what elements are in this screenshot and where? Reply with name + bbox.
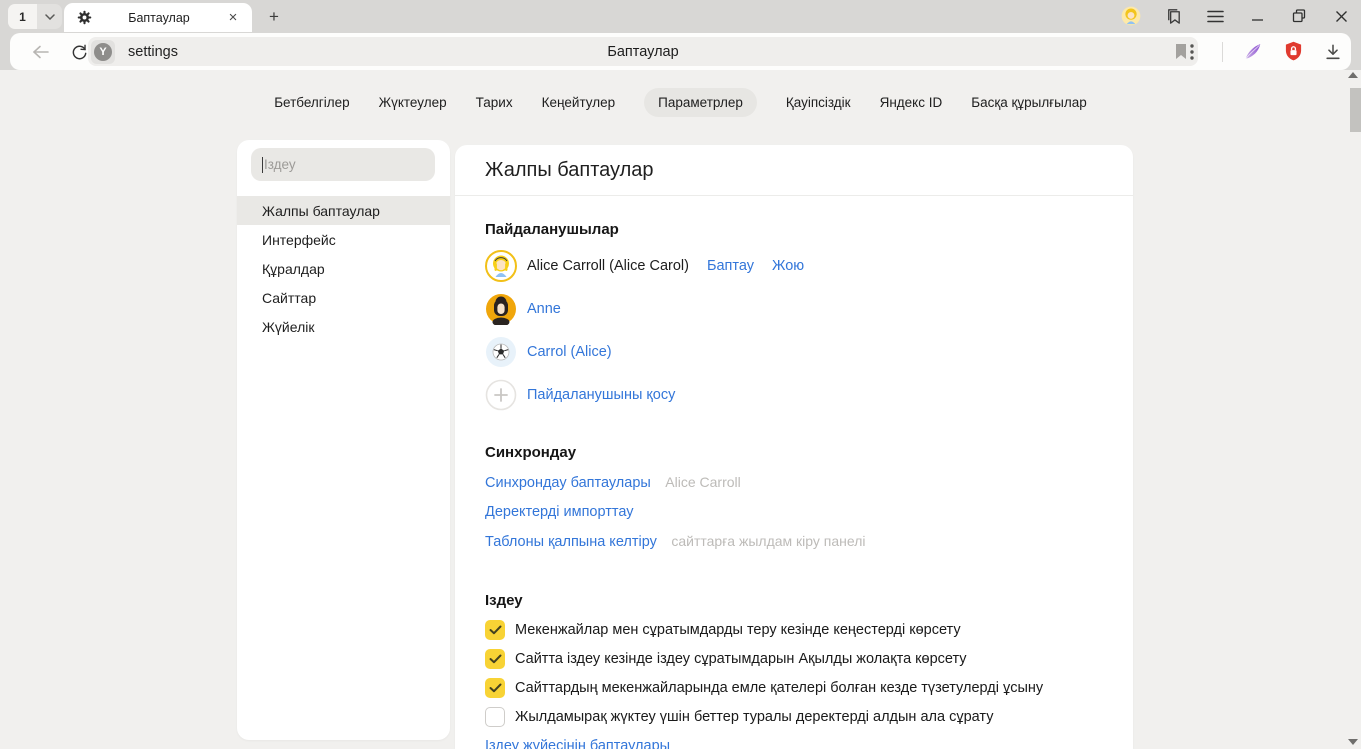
search-engine-settings-link[interactable]: Іздеу жүйесінің баптаулары — [485, 738, 670, 749]
sidebar-menu: Жалпы баптаулар Интерфейс Құралдар Сайтт… — [237, 196, 450, 341]
sidebar-item-general[interactable]: Жалпы баптаулар — [237, 196, 450, 225]
nav-tab-bookmarks[interactable]: Бетбелгілер — [274, 88, 349, 117]
sync-settings-row: Синхрондау баптаулары Alice Carroll — [485, 472, 1103, 493]
sync-settings-link[interactable]: Синхрондау баптаулары — [485, 475, 651, 491]
downloads-icon[interactable] — [1323, 42, 1343, 62]
checkbox-site-search[interactable] — [485, 649, 505, 669]
sync-settings-hint: Alice Carroll — [665, 474, 740, 490]
checkbox-spelling[interactable] — [485, 678, 505, 698]
gear-icon — [74, 8, 94, 28]
url-text[interactable]: settings — [128, 44, 178, 60]
main-header: Жалпы баптаулар — [455, 145, 1133, 196]
restore-tableau-row: Таблоны қалпына келтіру сайттарға жылдам… — [485, 531, 1103, 552]
profile-avatar[interactable] — [1121, 6, 1141, 26]
checkbox-label: Жылдамырақ жүктеу үшін беттер туралы дер… — [515, 709, 993, 725]
settings-nav-tabs: Бетбелгілер Жүктеулер Тарих Кеңейтулер П… — [0, 88, 1361, 117]
scrollbar-down-arrow[interactable] — [1348, 739, 1358, 745]
protect-shield-icon[interactable] — [1283, 42, 1303, 62]
user-row-anne: Anne — [485, 293, 1103, 325]
checkbox-label: Сайттардың мекенжайларында емле қателері… — [515, 680, 1043, 696]
settings-sidebar: Іздеу Жалпы баптаулар Интерфейс Құралдар… — [237, 140, 450, 740]
restore-tableau-link[interactable]: Таблоны қалпына келтіру — [485, 534, 657, 550]
scrollbar-up-arrow[interactable] — [1348, 72, 1358, 78]
tab-title: Баптаулар — [94, 11, 224, 25]
nav-tab-extensions[interactable]: Кеңейтулер — [542, 88, 616, 117]
user-row-alice: Alice Carroll (Alice Carol) Баптау Жою — [485, 250, 1103, 282]
search-placeholder: Іздеу — [264, 157, 296, 172]
nav-tab-yandex-id[interactable]: Яндекс ID — [880, 88, 943, 117]
import-data-link[interactable]: Деректерді импорттау — [485, 504, 634, 520]
toolbar-divider — [1222, 42, 1223, 62]
user-delete-link[interactable]: Жою — [772, 258, 804, 274]
text-caret — [262, 157, 263, 173]
new-tab-button[interactable]: + — [262, 5, 286, 29]
close-tab-icon[interactable]: × — [224, 9, 242, 27]
tab-group-counter[interactable]: 1 — [8, 4, 62, 29]
add-user-row[interactable]: Пайдаланушыны қосу — [485, 379, 1103, 411]
tab-strip: 1 Баптаулар × + — [0, 0, 1361, 32]
close-window-icon[interactable] — [1331, 6, 1351, 26]
omnibar: Y settings Баптаулар — [10, 33, 1351, 70]
nav-tab-security[interactable]: Қауіпсіздік — [786, 88, 851, 117]
user-link-anne[interactable]: Anne — [527, 301, 561, 317]
search-input[interactable]: Іздеу — [251, 148, 435, 181]
checkbox-row-site-search: Сайтта іздеу кезінде іздеу сұратымдарын … — [485, 649, 1103, 669]
checkbox-prefetch[interactable] — [485, 707, 505, 727]
bookmarks-panel-icon[interactable] — [1163, 6, 1183, 26]
section-title-sync: Синхрондау — [485, 442, 1103, 464]
add-user-plus-icon — [485, 379, 517, 411]
sidebar-item-tools[interactable]: Құралдар — [237, 254, 450, 283]
menu-hamburger-icon[interactable] — [1205, 6, 1225, 26]
tab-count[interactable]: 1 — [8, 4, 37, 29]
user-link-carrol[interactable]: Carrol (Alice) — [527, 344, 612, 360]
yandex-browser-icon: Y — [94, 43, 112, 61]
settings-main-panel: Жалпы баптаулар Пайдаланушылар — [455, 145, 1133, 749]
page-title: Жалпы баптаулар — [485, 159, 654, 182]
sidebar-item-interface[interactable]: Интерфейс — [237, 225, 450, 254]
back-icon[interactable] — [30, 41, 52, 63]
checkbox-row-spelling: Сайттардың мекенжайларында емле қателері… — [485, 678, 1103, 698]
section-title-users: Пайдаланушылар — [485, 219, 1103, 241]
nav-tab-settings[interactable]: Параметрлер — [644, 88, 757, 117]
page-title-centered: Баптаулар — [88, 44, 1198, 60]
section-title-search: Іздеу — [485, 590, 1103, 612]
reload-icon[interactable] — [68, 41, 90, 63]
checkbox-label: Сайтта іздеу кезінде іздеу сұратымдарын … — [515, 651, 967, 667]
sidebar-item-sites[interactable]: Сайттар — [237, 283, 450, 312]
avatar-carrol — [485, 336, 517, 368]
browser-toolbar: Y settings Баптаулар — [0, 32, 1361, 70]
add-user-link[interactable]: Пайдаланушыны қосу — [527, 387, 675, 403]
nav-tab-downloads[interactable]: Жүктеулер — [379, 88, 447, 117]
user-name-alice: Alice Carroll (Alice Carol) — [527, 258, 689, 274]
checkbox-row-prefetch: Жылдамырақ жүктеу үшін беттер туралы дер… — [485, 707, 1103, 727]
toolbar-kebab-icon[interactable] — [1182, 42, 1202, 62]
minimize-window-icon[interactable] — [1247, 6, 1267, 26]
chevron-down-icon[interactable] — [37, 4, 62, 29]
restore-tableau-hint: сайттарға жылдам кіру панелі — [671, 533, 865, 549]
scrollbar-thumb[interactable] — [1350, 88, 1361, 132]
checkbox-label: Мекенжайлар мен сұратымдарды теру кезінд… — [515, 622, 961, 638]
avatar-alice-carroll — [485, 250, 517, 282]
avatar-anne — [485, 293, 517, 325]
site-favicon[interactable]: Y — [91, 40, 115, 64]
user-configure-link[interactable]: Баптау — [707, 258, 754, 274]
restore-window-icon[interactable] — [1289, 6, 1309, 26]
checkbox-row-suggestions: Мекенжайлар мен сұратымдарды теру кезінд… — [485, 620, 1103, 640]
import-data-row: Деректерді импорттау — [485, 502, 1103, 522]
search-engine-settings-row: Іздеу жүйесінің баптаулары — [485, 736, 1103, 749]
sidebar-item-system[interactable]: Жүйелік — [237, 312, 450, 341]
nav-tab-other-devices[interactable]: Басқа құрылғылар — [971, 88, 1087, 117]
checkbox-suggestions[interactable] — [485, 620, 505, 640]
address-bar[interactable]: Y settings Баптаулар — [88, 37, 1198, 66]
user-row-carrol: Carrol (Alice) — [485, 336, 1103, 368]
nav-tab-history[interactable]: Тарих — [476, 88, 513, 117]
extension-feather-icon[interactable] — [1243, 42, 1263, 62]
browser-tab-settings[interactable]: Баптаулар × — [64, 3, 252, 32]
